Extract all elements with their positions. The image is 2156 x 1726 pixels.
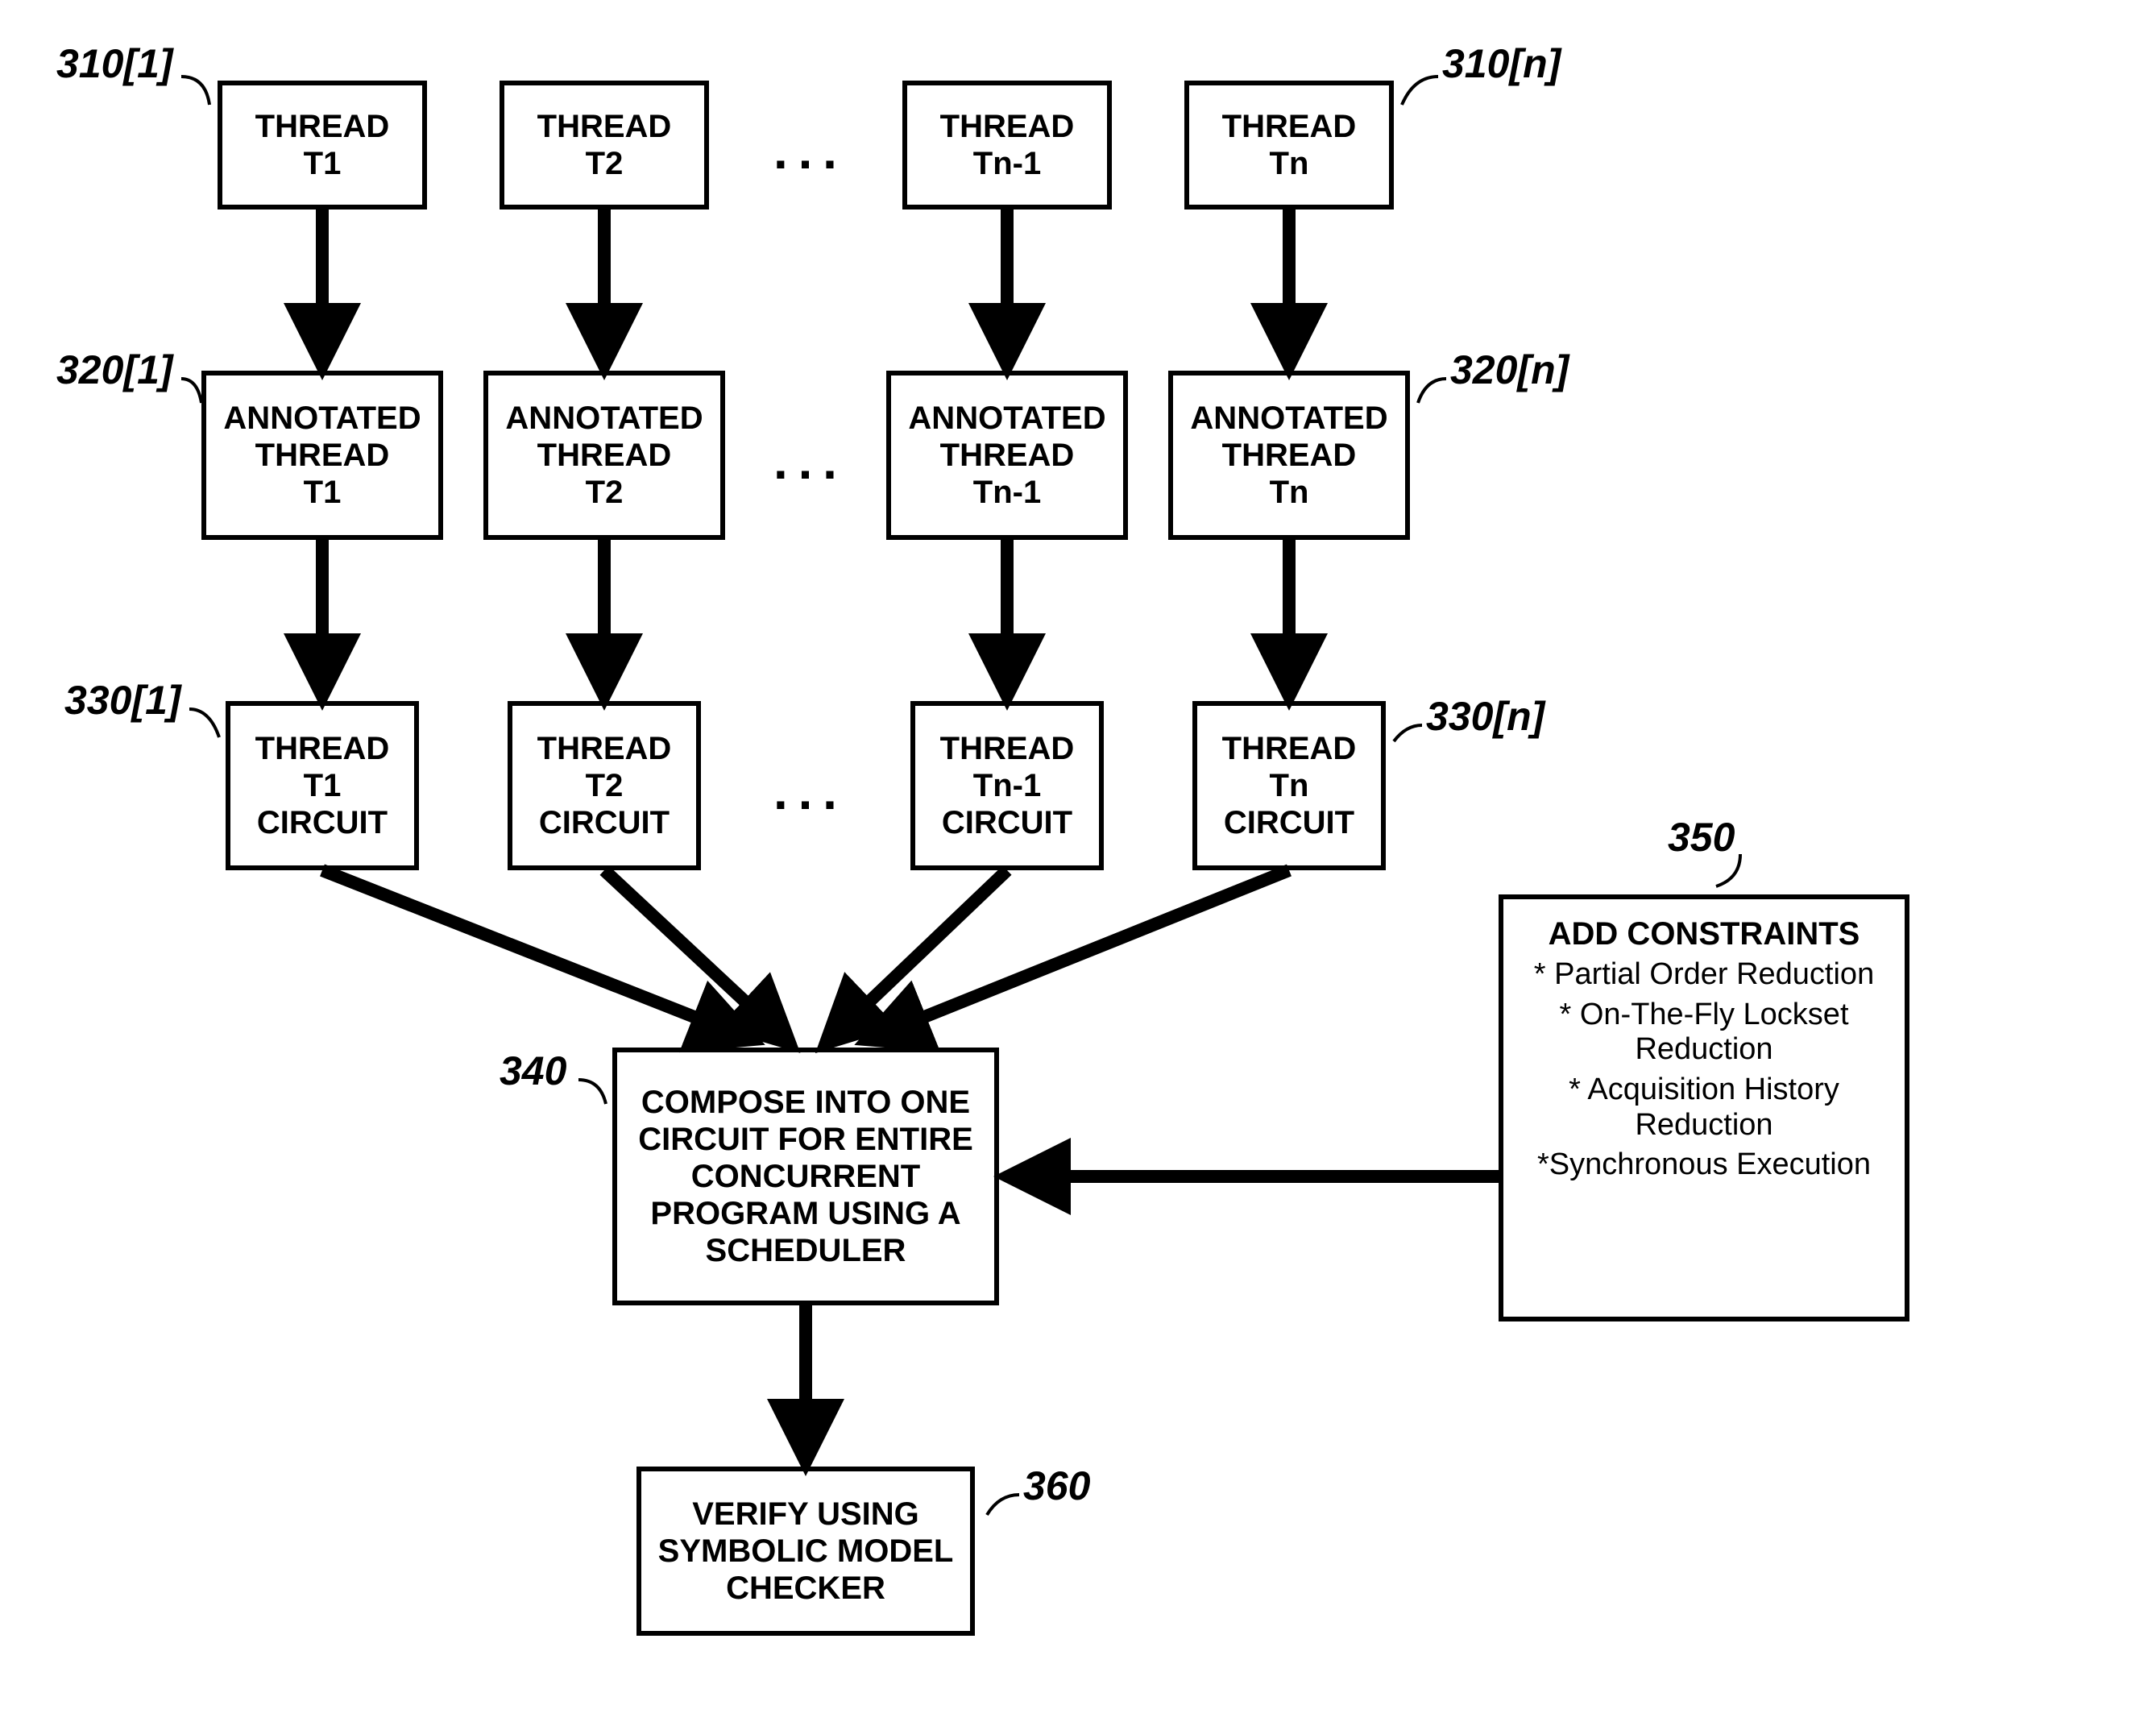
label-310-n: 310[n] [1442, 40, 1561, 87]
ellipsis-row2: ... [773, 431, 848, 491]
circuit-tn-text: THREAD Tn CIRCUIT [1222, 730, 1357, 841]
verify-box: VERIFY USING SYMBOLIC MODEL CHECKER [636, 1467, 975, 1636]
ellipsis-row3: ... [773, 761, 848, 821]
circuit-tnm1-box: THREAD Tn-1 CIRCUIT [910, 701, 1104, 870]
verify-text: VERIFY USING SYMBOLIC MODEL CHECKER [658, 1496, 954, 1607]
circuit-t1-box: THREAD T1 CIRCUIT [226, 701, 419, 870]
annotated-t1-box: ANNOTATED THREAD T1 [201, 371, 443, 540]
label-330-n: 330[n] [1426, 693, 1544, 740]
thread-tn-text: THREAD Tn [1222, 108, 1357, 182]
thread-t1-box: THREAD T1 [218, 81, 427, 210]
label-360: 360 [1023, 1463, 1090, 1509]
thread-t2-box: THREAD T2 [500, 81, 709, 210]
thread-t1-text: THREAD T1 [255, 108, 390, 182]
annotated-tnm1-text: ANNOTATED THREAD Tn-1 [908, 400, 1105, 511]
annotated-tnm1-box: ANNOTATED THREAD Tn-1 [886, 371, 1128, 540]
constraint-item-0: * Partial Order Reduction [1511, 957, 1897, 993]
constraint-item-2: * Acquisition History Reduction [1511, 1073, 1897, 1143]
label-310-1: 310[1] [56, 40, 173, 87]
annotated-tn-text: ANNOTATED THREAD Tn [1190, 400, 1387, 511]
circuit-t2-text: THREAD T2 CIRCUIT [537, 730, 672, 841]
thread-tnm1-text: THREAD Tn-1 [940, 108, 1075, 182]
constraint-item-3: *Synchronous Execution [1511, 1147, 1897, 1183]
compose-box: COMPOSE INTO ONE CIRCUIT FOR ENTIRE CONC… [612, 1048, 999, 1305]
annotated-tn-box: ANNOTATED THREAD Tn [1168, 371, 1410, 540]
circuit-tn-box: THREAD Tn CIRCUIT [1192, 701, 1386, 870]
compose-text: COMPOSE INTO ONE CIRCUIT FOR ENTIRE CONC… [638, 1084, 973, 1269]
label-320-n: 320[n] [1450, 346, 1569, 393]
thread-t2-text: THREAD T2 [537, 108, 672, 182]
constraints-list: * Partial Order Reduction * On-The-Fly L… [1511, 957, 1897, 1183]
ellipsis-row1: ... [773, 121, 848, 180]
thread-tn-box: THREAD Tn [1184, 81, 1394, 210]
label-320-1: 320[1] [56, 346, 173, 393]
thread-tnm1-box: THREAD Tn-1 [902, 81, 1112, 210]
label-340: 340 [500, 1048, 566, 1094]
constraints-title: ADD CONSTRAINTS [1549, 915, 1860, 952]
constraints-box: ADD CONSTRAINTS * Partial Order Reductio… [1499, 894, 1909, 1321]
annotated-t2-box: ANNOTATED THREAD T2 [483, 371, 725, 540]
label-350: 350 [1668, 814, 1735, 861]
circuit-t1-text: THREAD T1 CIRCUIT [255, 730, 390, 841]
label-330-1: 330[1] [64, 677, 181, 724]
constraint-item-1: * On-The-Fly Lockset Reduction [1511, 998, 1897, 1068]
annotated-t1-text: ANNOTATED THREAD T1 [223, 400, 421, 511]
circuit-t2-box: THREAD T2 CIRCUIT [508, 701, 701, 870]
circuit-tnm1-text: THREAD Tn-1 CIRCUIT [940, 730, 1075, 841]
annotated-t2-text: ANNOTATED THREAD T2 [505, 400, 703, 511]
